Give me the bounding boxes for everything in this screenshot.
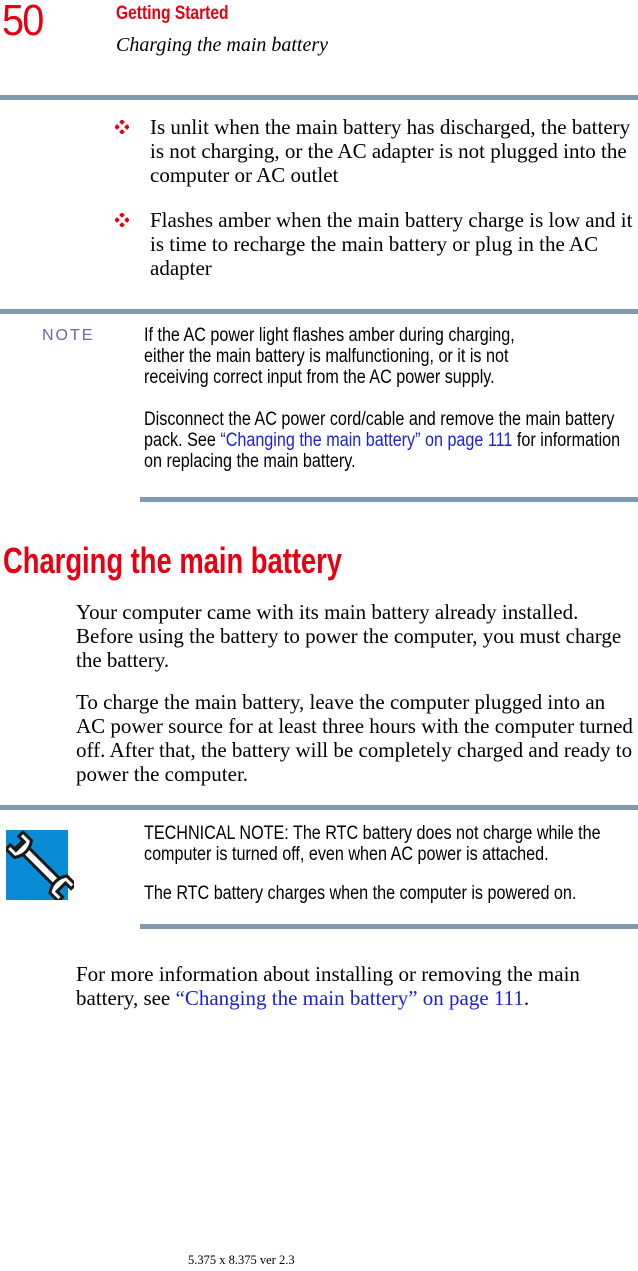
list-item: Flashes amber when the main battery char… xyxy=(150,208,633,280)
note-label: NOTE xyxy=(42,327,95,344)
note-text: If the AC power light flashes amber duri… xyxy=(144,325,515,388)
diamond-bullet-icon xyxy=(114,212,130,232)
note-top-divider xyxy=(0,309,638,314)
section-heading: Charging the main battery xyxy=(3,540,343,581)
diamond-bullet-icon xyxy=(114,119,130,139)
chapter-title: Getting Started xyxy=(116,3,229,24)
header-divider xyxy=(0,95,638,100)
tech-note-text: TECHNICAL NOTE: The RTC battery does not… xyxy=(144,823,601,865)
list-item: Is unlit when the main battery has disch… xyxy=(150,115,631,187)
page-number: 50 xyxy=(2,0,44,45)
closing-paragraph: For more information about installing or… xyxy=(76,962,580,1010)
body-paragraph: Your computer came with its main battery… xyxy=(76,600,622,672)
tech-note-bottom-divider xyxy=(140,924,638,929)
tech-note-top-divider xyxy=(0,805,638,810)
page-footer: 5.375 x 8.375 ver 2.3 xyxy=(188,1253,295,1267)
note-bottom-divider xyxy=(140,497,638,502)
section-subtitle: Charging the main battery xyxy=(116,34,329,56)
tech-note-text-2: The RTC battery charges when the compute… xyxy=(144,883,577,904)
note-text-2: Disconnect the AC power cord/cable and r… xyxy=(144,409,621,472)
cross-reference-link[interactable]: “Changing the main battery” on page 111 xyxy=(176,986,524,1010)
wrench-icon xyxy=(3,828,78,904)
body-paragraph: To charge the main battery, leave the co… xyxy=(76,690,633,786)
cross-reference-link[interactable]: “Changing the main battery” on page 111 xyxy=(220,430,512,451)
